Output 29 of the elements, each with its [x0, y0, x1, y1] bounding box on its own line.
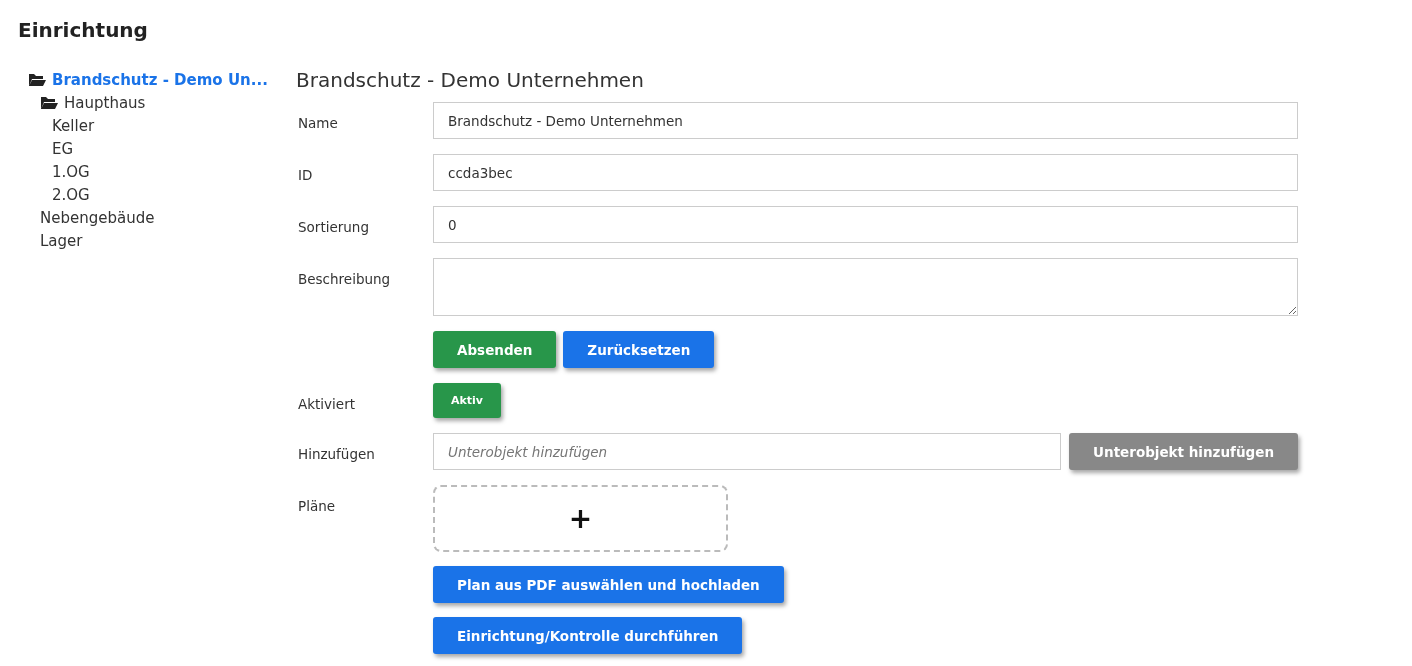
tree-item[interactable]: Lager — [40, 231, 83, 250]
tree-item[interactable]: Brandschutz - Demo Un... — [52, 70, 268, 89]
page-title: Einrichtung — [17, 17, 149, 42]
field-label: ID — [297, 166, 314, 183]
field-label: Sortierung — [297, 218, 370, 235]
run-setup-button[interactable]: Einrichtung/Kontrolle durchführen — [433, 617, 743, 654]
folder-icon[interactable] — [28, 72, 46, 87]
field-label: Beschreibung — [297, 270, 392, 287]
tree-item[interactable]: 2.OG — [52, 185, 90, 204]
folder-icon[interactable] — [40, 95, 58, 110]
submit-button[interactable]: Absenden — [433, 331, 557, 368]
field-label: Aktiviert — [297, 395, 356, 412]
reset-button[interactable]: Zurücksetzen — [563, 331, 715, 368]
field-label: Hinzufügen — [297, 445, 376, 462]
tree-item[interactable]: Haupthaus — [64, 93, 146, 112]
tree-item[interactable]: Nebengebäude — [40, 208, 155, 227]
form-heading: Brandschutz - Demo Unternehmen — [296, 68, 645, 92]
field-label: Name — [297, 114, 339, 131]
tree-item[interactable]: Keller — [52, 116, 95, 135]
text-field[interactable]: ccda3bec — [433, 154, 1298, 191]
description-field[interactable] — [433, 258, 1298, 316]
text-field[interactable]: 0 — [433, 206, 1298, 243]
plan-drop-zone[interactable]: + — [433, 485, 728, 552]
tree-item[interactable]: EG — [52, 139, 74, 158]
text-field[interactable]: Brandschutz - Demo Unternehmen — [433, 102, 1298, 139]
active-toggle[interactable]: Aktiv — [433, 383, 502, 418]
upload-plan-button[interactable]: Plan aus PDF auswählen und hochladen — [433, 566, 784, 603]
tree-item[interactable]: 1.OG — [52, 162, 90, 181]
field-label: Pläne — [297, 497, 337, 514]
